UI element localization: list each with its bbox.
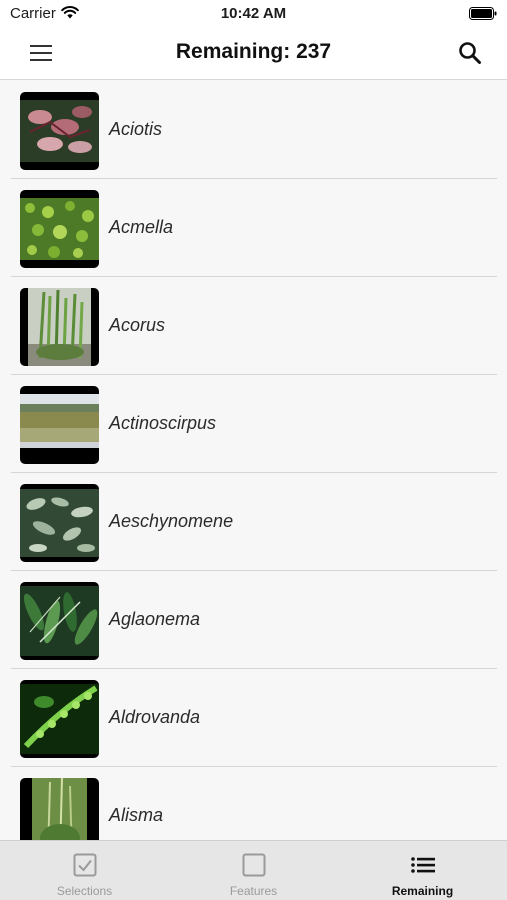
list-item[interactable]: Aglaonema <box>0 571 507 669</box>
list-item[interactable]: Acorus <box>0 277 507 375</box>
genus-name: Actinoscirpus <box>109 413 217 433</box>
tab-remaining[interactable]: Remaining <box>338 841 507 900</box>
plant-thumbnail <box>20 386 99 464</box>
plant-thumbnail <box>20 680 99 758</box>
plant-photo-icon <box>32 778 87 840</box>
genus-name: Aglaonema <box>109 609 201 629</box>
list-item[interactable]: Alisma <box>0 767 507 840</box>
navigation-bar: Remaining: 237 <box>0 28 507 80</box>
hamburger-menu-icon <box>30 45 52 61</box>
tab-bar: Selections Features Remaining <box>0 840 507 900</box>
genus-name: Acmella <box>109 217 174 237</box>
checkbox-empty-icon <box>241 852 267 878</box>
genus-name: Aeschynomene <box>109 511 234 531</box>
plant-photo-icon <box>20 489 99 557</box>
tab-features[interactable]: Features <box>169 841 338 900</box>
list-item[interactable]: Aldrovanda <box>0 669 507 767</box>
plant-photo-icon <box>20 394 99 448</box>
plant-thumbnail <box>20 778 99 840</box>
plant-photo-icon <box>20 684 99 754</box>
list-item[interactable]: Actinoscirpus <box>0 375 507 473</box>
genus-name: Alisma <box>109 805 164 825</box>
list-item[interactable]: Aciotis <box>0 81 507 179</box>
plant-thumbnail <box>20 190 99 268</box>
genus-name: Aldrovanda <box>109 707 201 727</box>
page-title: Remaining: 237 <box>175 40 332 63</box>
genus-name: Acorus <box>109 315 166 335</box>
search-icon <box>459 42 481 64</box>
plant-photo-icon <box>20 100 99 162</box>
plant-thumbnail <box>20 582 99 660</box>
list-item[interactable]: Acmella <box>0 179 507 277</box>
status-bar: Carrier 10:42 AM <box>0 0 507 28</box>
tab-label: Remaining <box>391 884 454 898</box>
plant-thumbnail <box>20 288 99 366</box>
search-button[interactable] <box>455 38 485 68</box>
genus-list: Aciotis Acmella Acorus Actinoscirpus Aes… <box>0 81 507 840</box>
tab-selections[interactable]: Selections <box>0 841 169 900</box>
tab-label: Selections <box>56 884 113 898</box>
status-time: 10:42 AM <box>220 5 287 22</box>
tab-label: Features <box>229 884 278 898</box>
plant-photo-icon <box>20 198 99 260</box>
menu-button[interactable] <box>24 39 58 67</box>
plant-thumbnail <box>20 92 99 170</box>
checkbox-checked-icon <box>72 852 98 878</box>
list-item[interactable]: Aeschynomene <box>0 473 507 571</box>
list-icon <box>410 852 436 878</box>
plant-photo-icon <box>20 586 99 656</box>
plant-photo-icon <box>28 288 91 366</box>
plant-thumbnail <box>20 484 99 562</box>
battery-icon <box>469 7 497 20</box>
genus-name: Aciotis <box>109 119 163 139</box>
